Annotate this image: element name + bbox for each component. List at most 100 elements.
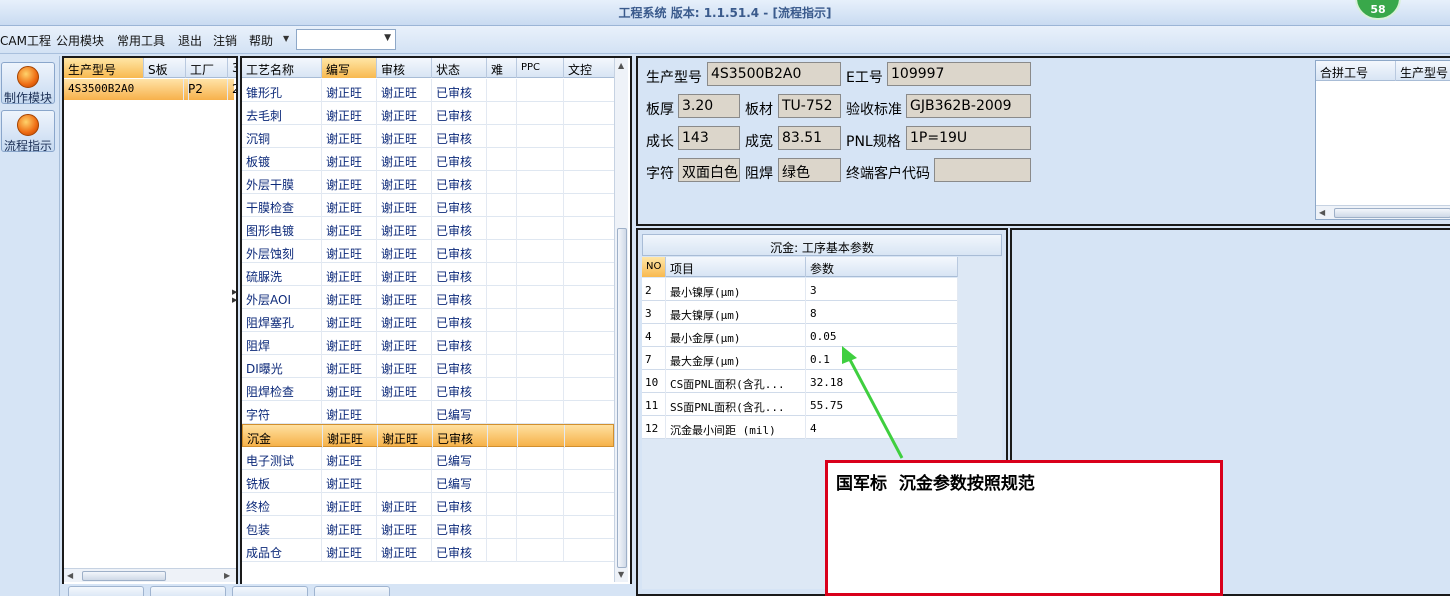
process-row[interactable]: 铣板 谢正旺 已编写 (242, 470, 616, 493)
process-row[interactable]: 沉金 谢正旺 谢正旺 已审核 (242, 424, 617, 448)
field-model[interactable]: 4S3500B2A0 (707, 62, 841, 86)
status-cell: 已编写 (432, 470, 487, 493)
splitter-arrows-icon[interactable]: ▶ ▶ (232, 288, 237, 304)
process-row[interactable]: 外层干膜 谢正旺 谢正旺 已审核 (242, 171, 616, 194)
doc-control-cell (564, 263, 616, 286)
col-model[interactable]: 生产型号 (64, 58, 144, 78)
process-row[interactable]: 去毛刺 谢正旺 谢正旺 已审核 (242, 102, 616, 125)
field-width[interactable]: 83.51 (778, 126, 841, 150)
status-cell: 已审核 (432, 217, 487, 240)
col-merge-model[interactable]: 生产型号 (1396, 61, 1450, 81)
merge-hscroll-thumb[interactable] (1334, 208, 1450, 218)
help-dropdown-icon[interactable]: ▼ (283, 34, 289, 43)
field-material[interactable]: TU-752 (778, 94, 841, 118)
param-no-cell: 2 (642, 278, 666, 301)
status-cell: 已审核 (432, 125, 487, 148)
field-standard[interactable]: GJB362B-2009 (906, 94, 1031, 118)
field-soldermask[interactable]: 绿色 (778, 158, 841, 182)
process-row[interactable]: 干膜检查 谢正旺 谢正旺 已审核 (242, 194, 616, 217)
menu-exit[interactable]: 退出 (178, 32, 202, 49)
scroll-down-icon[interactable]: ▼ (618, 570, 624, 579)
scroll-up-icon[interactable]: ▲ (618, 61, 624, 70)
menu-tools[interactable]: 常用工具 (117, 32, 165, 49)
menu-cam-project[interactable]: CAM工程 (0, 32, 51, 49)
field-legend[interactable]: 双面白色 (678, 158, 740, 182)
status-cell: 已审核 (432, 332, 487, 355)
process-row[interactable]: 成品仓 谢正旺 谢正旺 已审核 (242, 539, 616, 562)
param-no-cell: 10 (642, 370, 666, 393)
merge-scroll-left-icon[interactable]: ◀ (1319, 208, 1325, 217)
status-cell: 已审核 (432, 355, 487, 378)
process-row[interactable]: DI曝光 谢正旺 谢正旺 已审核 (242, 355, 616, 378)
process-row[interactable]: 外层AOI 谢正旺 谢正旺 已审核 (242, 286, 616, 309)
process-row[interactable]: 字符 谢正旺 已编写 (242, 401, 616, 424)
col-extra[interactable]: 3 (228, 58, 236, 78)
process-vscroll-thumb[interactable] (617, 228, 627, 568)
production-row[interactable]: 4S3500B2A0 P2 2 (64, 79, 236, 100)
reviewer-cell: 谢正旺 (377, 332, 432, 355)
col-item[interactable]: 项目 (666, 257, 806, 277)
process-vscroll[interactable]: ▲ ▼ (614, 58, 628, 582)
label-thickness: 板厚 (646, 102, 674, 118)
ppc-cell (517, 148, 564, 171)
field-eno[interactable]: 109997 (887, 62, 1031, 86)
process-row[interactable]: 外层蚀刻 谢正旺 谢正旺 已审核 (242, 240, 616, 263)
production-hscroll-thumb[interactable] (82, 571, 166, 581)
nav-make-module[interactable]: 制作模块 (1, 62, 55, 105)
process-row[interactable]: 阻焊检查 谢正旺 谢正旺 已审核 (242, 378, 616, 401)
author-cell: 谢正旺 (322, 378, 377, 401)
process-row[interactable]: 阻焊 谢正旺 谢正旺 已审核 (242, 332, 616, 355)
col-process-name[interactable]: 工艺名称 (242, 58, 322, 78)
field-customer-code[interactable] (934, 158, 1031, 182)
field-pnl[interactable]: 1P=19U (906, 126, 1031, 150)
process-row[interactable]: 电子测试 谢正旺 已编写 (242, 447, 616, 470)
col-status[interactable]: 状态 (432, 58, 487, 78)
status-cell: 已审核 (432, 79, 487, 102)
field-length[interactable]: 143 (678, 126, 740, 150)
col-merge-eno[interactable]: 合拼工号 (1316, 61, 1396, 81)
param-value-cell: 3 (806, 278, 958, 301)
col-factory[interactable]: 工厂 (186, 58, 228, 78)
params-header: NO 项目 参数 (642, 257, 958, 277)
nav-process-guide[interactable]: 流程指示 (1, 110, 55, 153)
bottom-tab-3[interactable] (232, 586, 308, 596)
col-difficulty[interactable]: 难 (487, 58, 517, 78)
process-row[interactable]: 包装 谢正旺 谢正旺 已审核 (242, 516, 616, 539)
ppc-cell (517, 401, 564, 424)
col-reviewer[interactable]: 审核 (377, 58, 432, 78)
col-author[interactable]: 编写 (322, 58, 377, 78)
label-pnl: PNL规格 (846, 134, 901, 150)
bottom-tab-2[interactable] (150, 586, 226, 596)
param-row[interactable]: 2 最小镍厚(μm) 3 (642, 278, 958, 301)
difficulty-cell (487, 470, 517, 493)
merge-hscroll[interactable]: ◀ (1316, 205, 1450, 219)
process-row[interactable]: 阻焊塞孔 谢正旺 谢正旺 已审核 (242, 309, 616, 332)
author-cell: 谢正旺 (322, 125, 377, 148)
col-doc-control[interactable]: 文控 (564, 58, 616, 78)
difficulty-cell (487, 332, 517, 355)
menu-common-modules[interactable]: 公用模块 (56, 32, 104, 49)
col-no[interactable]: NO (642, 257, 666, 277)
author-cell: 谢正旺 (322, 171, 377, 194)
process-row[interactable]: 终检 谢正旺 谢正旺 已审核 (242, 493, 616, 516)
doc-control-cell (564, 217, 616, 240)
col-ppc[interactable]: PPC (517, 58, 564, 78)
production-hscroll[interactable]: ◀ ▶ (64, 568, 236, 582)
scroll-right-icon[interactable]: ▶ (224, 571, 230, 580)
scroll-left-icon[interactable]: ◀ (67, 571, 73, 580)
process-row[interactable]: 硫脲洗 谢正旺 谢正旺 已审核 (242, 263, 616, 286)
col-value[interactable]: 参数 (806, 257, 958, 277)
process-row[interactable]: 板镀 谢正旺 谢正旺 已审核 (242, 148, 616, 171)
menu-help[interactable]: 帮助 (249, 32, 273, 49)
col-s-board[interactable]: S板 (144, 58, 186, 78)
status-cell: 已审核 (432, 378, 487, 401)
menu-logout[interactable]: 注销 (213, 32, 237, 49)
bottom-tab-4[interactable] (314, 586, 390, 596)
process-row[interactable]: 图形电镀 谢正旺 谢正旺 已审核 (242, 217, 616, 240)
bottom-tab-1[interactable] (68, 586, 144, 596)
field-thickness[interactable]: 3.20 (678, 94, 740, 118)
toolbar-combo[interactable]: ▼ (296, 29, 396, 50)
process-row[interactable]: 锥形孔 谢正旺 谢正旺 已审核 (242, 79, 616, 102)
param-row[interactable]: 3 最大镍厚(μm) 8 (642, 301, 958, 324)
process-row[interactable]: 沉铜 谢正旺 谢正旺 已审核 (242, 125, 616, 148)
